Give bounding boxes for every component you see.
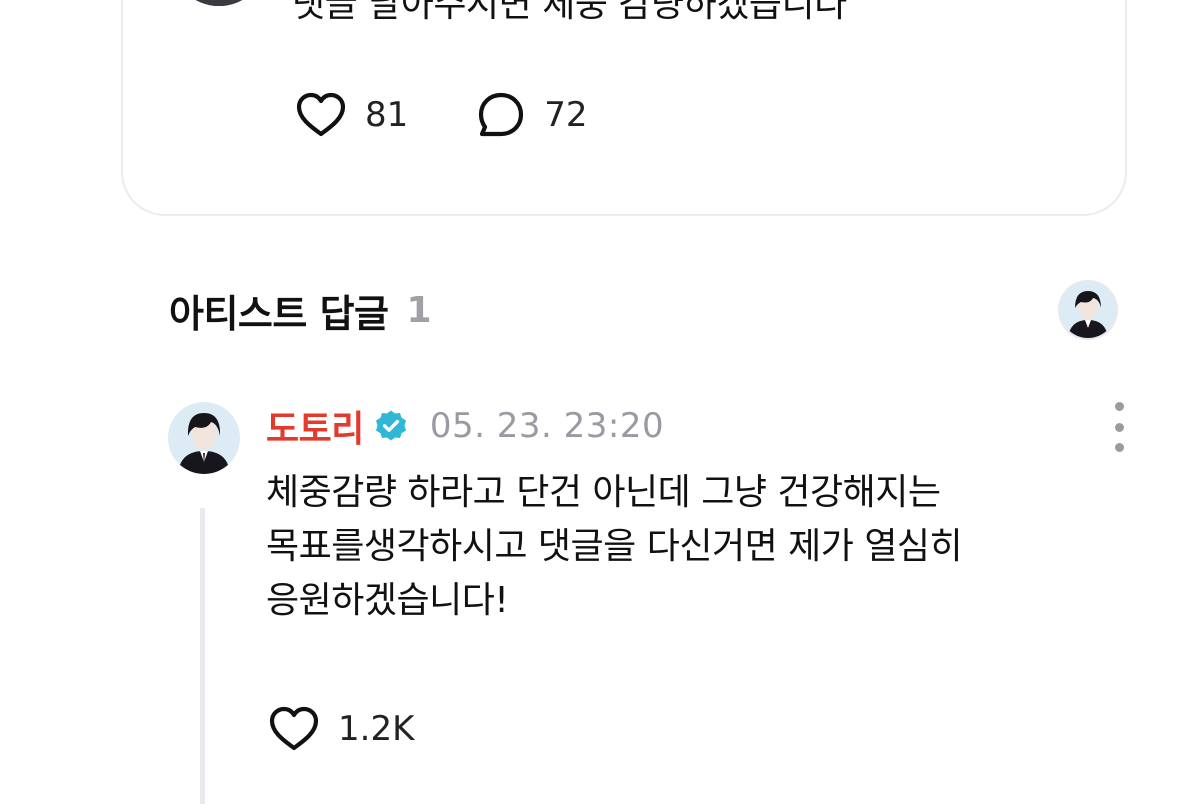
post-card: 댓글 달아주시면 체중 감량하겠습니다 81 72: [121, 0, 1127, 216]
artist-replies-header: 아티스트 답글 1: [169, 282, 432, 338]
reply-author-name[interactable]: 도토리: [266, 400, 364, 452]
post-text: 댓글 달아주시면 체중 감량하겠습니다: [292, 0, 847, 25]
reply-like-button[interactable]: 1.2K: [268, 706, 414, 752]
reply-author-avatar[interactable]: [168, 402, 240, 474]
heart-outline-icon: [295, 92, 347, 138]
speech-bubble-icon: [476, 90, 526, 140]
reply-thread-line: [200, 508, 205, 804]
heart-outline-icon: [268, 706, 320, 752]
reply-timestamp: 05. 23. 23:20: [429, 406, 665, 446]
reply-text: 체중감량 하라고 단건 아닌데 그냥 건강해지는 목표를생각하시고 댓글을 다신…: [266, 466, 963, 628]
reply-text-line: 목표를생각하시고 댓글을 다신거면 제가 열심히: [266, 526, 963, 567]
post-author-avatar[interactable]: [171, 0, 267, 6]
screen: 댓글 달아주시면 체중 감량하겠습니다 81 72 아티스트 답글 1 도토리 …: [0, 0, 1179, 804]
reply-actions: 1.2K: [268, 704, 414, 754]
post-comment-count: 72: [544, 95, 588, 135]
reply-text-line: 체중감량 하라고 단건 아닌데 그냥 건강해지는: [266, 472, 941, 513]
artist-avatar[interactable]: [1058, 280, 1118, 340]
reply-like-count: 1.2K: [338, 709, 415, 749]
vertical-ellipsis-icon: [1114, 402, 1124, 411]
post-actions: 81 72: [295, 90, 588, 140]
reply-meta: 도토리 05. 23. 23:20: [266, 398, 664, 454]
more-options-button[interactable]: [1104, 402, 1134, 452]
artist-replies-title: 아티스트 답글: [169, 291, 389, 336]
reply-text-line: 응원하겠습니다!: [266, 580, 509, 621]
post-like-count: 81: [365, 95, 409, 135]
post-like-button[interactable]: 81: [295, 92, 408, 138]
post-comment-button[interactable]: 72: [476, 90, 588, 140]
verified-badge-icon: [374, 409, 408, 443]
artist-replies-count: 1: [406, 289, 432, 331]
